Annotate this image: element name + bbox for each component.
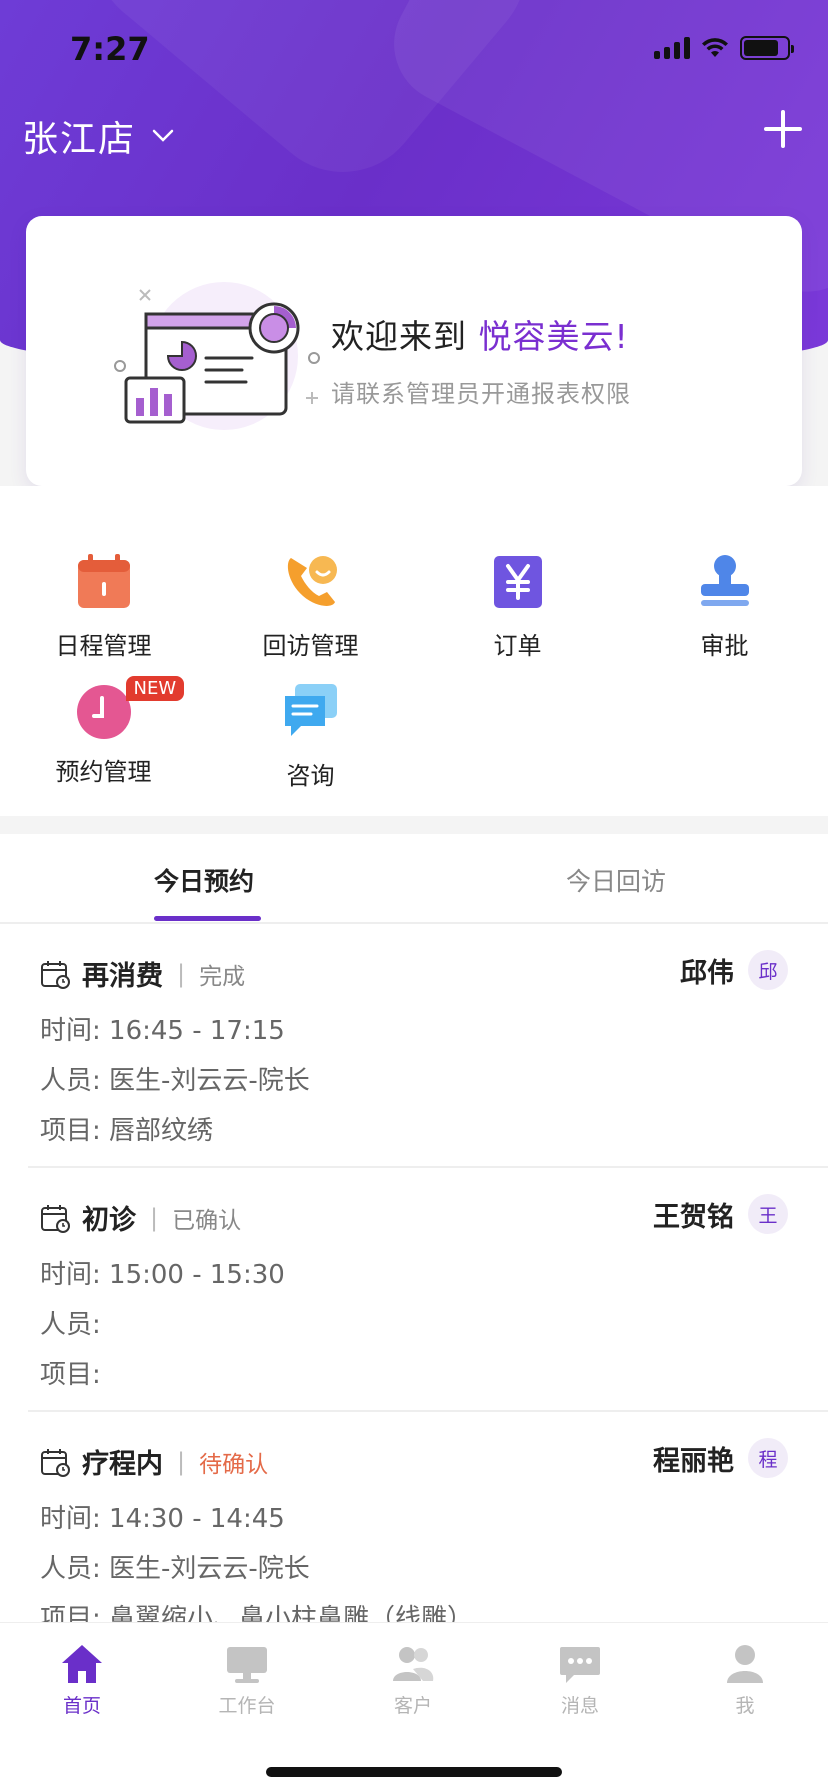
menu-label: 订单 [493, 632, 542, 660]
calendar-clock-icon [41, 1204, 70, 1233]
calendar-clock-icon [41, 1448, 70, 1477]
customer-name: 程丽艳 [653, 1445, 734, 1477]
tab-today-appointments[interactable]: 今日预约 [154, 862, 254, 898]
phone-callback-icon [287, 556, 337, 606]
menu-label: 审批 [700, 632, 749, 660]
welcome-card: 欢迎来到 悦容美云! 请联系管理员开通报表权限 [26, 216, 802, 486]
appointment-type: 初诊 [82, 1205, 136, 1236]
menu-label: 预约管理 [55, 758, 152, 786]
appointment-time: 时间: 16:45 - 17:15 [40, 1016, 285, 1046]
tab-today-callbacks[interactable]: 今日回访 [566, 862, 666, 898]
avatar: 邱 [748, 950, 788, 990]
calendar-icon [77, 554, 130, 608]
report-illustration-icon [114, 282, 320, 430]
message-icon [560, 1647, 600, 1683]
appointment-project: 项目: 唇部纹绣 [40, 1116, 214, 1146]
calendar-clock-icon [41, 960, 70, 989]
brand-name: 悦容美云! [478, 317, 629, 356]
menu-label: 回访管理 [262, 632, 359, 660]
home-icon [62, 1645, 102, 1683]
welcome-title: 欢迎来到 悦容美云! [331, 317, 629, 356]
bottom-nav: 首页 工作台 客户 消息 我 [0, 1622, 828, 1792]
nav-profile[interactable]: 我 [685, 1643, 805, 1718]
menu-item-consult[interactable]: 咨询 [207, 682, 414, 791]
appointment-status: 已确认 [172, 1207, 242, 1234]
stamp-icon [700, 555, 749, 606]
quick-menu: 日程管理 回访管理 订单 审批 NEW 预约管理 咨询 [0, 486, 828, 816]
cellular-signal-icon [654, 37, 690, 59]
customer-name: 邱伟 [680, 957, 734, 989]
appointment-status: 待确认 [199, 1451, 269, 1478]
menu-item-reservation[interactable]: NEW 预约管理 [0, 676, 207, 787]
appointment-project: 项目: 鼻翼缩小、鼻小柱鼻雕（线雕） [40, 1604, 474, 1622]
menu-label: 咨询 [286, 762, 335, 790]
clock-icon [76, 685, 131, 739]
appointment-type: 再消费 [82, 961, 163, 992]
status-bar: 7:27 [0, 0, 828, 100]
menu-label: 日程管理 [55, 632, 152, 660]
list-item[interactable]: 初诊 | 已确认 王贺铭 王 时间: 15:00 - 15:30 人员: 项目: [28, 1168, 828, 1412]
tab-bar: 今日预约 今日回访 [0, 834, 828, 924]
appointment-time: 时间: 14:30 - 14:45 [40, 1504, 285, 1534]
menu-item-approval[interactable]: 审批 [621, 552, 828, 661]
appointment-staff: 人员: 医生-刘云云-院长 [40, 1554, 310, 1584]
appointment-staff: 人员: [40, 1310, 101, 1340]
store-selector[interactable]: 张江店 [22, 110, 174, 162]
active-tab-indicator [154, 916, 261, 921]
chat-icon [284, 684, 337, 736]
appointment-status: 完成 [199, 963, 246, 990]
appointment-staff: 人员: 医生-刘云云-院长 [40, 1066, 310, 1096]
wifi-icon [702, 38, 728, 57]
list-item[interactable]: 再消费 | 完成 邱伟 邱 时间: 16:45 - 17:15 人员: 医生-刘… [28, 924, 828, 1168]
nav-home[interactable]: 首页 [22, 1643, 142, 1718]
customer-name: 王贺铭 [653, 1201, 734, 1233]
appointment-time: 时间: 15:00 - 15:30 [40, 1260, 285, 1290]
yen-order-icon [493, 556, 542, 608]
new-badge: NEW [125, 676, 185, 701]
avatar: 王 [748, 1194, 788, 1234]
avatar: 程 [748, 1438, 788, 1478]
menu-item-callback[interactable]: 回访管理 [207, 552, 414, 661]
store-name: 张江店 [22, 119, 137, 160]
list-item[interactable]: 疗程内 | 待确认 程丽艳 程 时间: 14:30 - 14:45 人员: 医生… [28, 1412, 828, 1622]
home-indicator[interactable] [266, 1767, 562, 1777]
status-icons [654, 36, 794, 60]
welcome-subtitle: 请联系管理员开通报表权限 [331, 380, 631, 408]
add-icon[interactable] [760, 106, 806, 152]
chevron-down-icon [152, 129, 174, 142]
customers-icon [393, 1647, 434, 1681]
status-time: 7:27 [70, 30, 150, 68]
nav-messages[interactable]: 消息 [520, 1643, 640, 1718]
workbench-icon [227, 1647, 267, 1683]
nav-customers[interactable]: 客户 [353, 1643, 473, 1718]
menu-item-order[interactable]: 订单 [414, 552, 621, 661]
profile-icon [727, 1645, 763, 1683]
nav-workbench[interactable]: 工作台 [187, 1643, 307, 1718]
appointment-project: 项目: [40, 1360, 101, 1390]
battery-icon [740, 36, 794, 60]
menu-item-schedule[interactable]: 日程管理 [0, 552, 207, 661]
appointment-list: 再消费 | 完成 邱伟 邱 时间: 16:45 - 17:15 人员: 医生-刘… [0, 924, 828, 1622]
appointment-type: 疗程内 [82, 1449, 163, 1480]
